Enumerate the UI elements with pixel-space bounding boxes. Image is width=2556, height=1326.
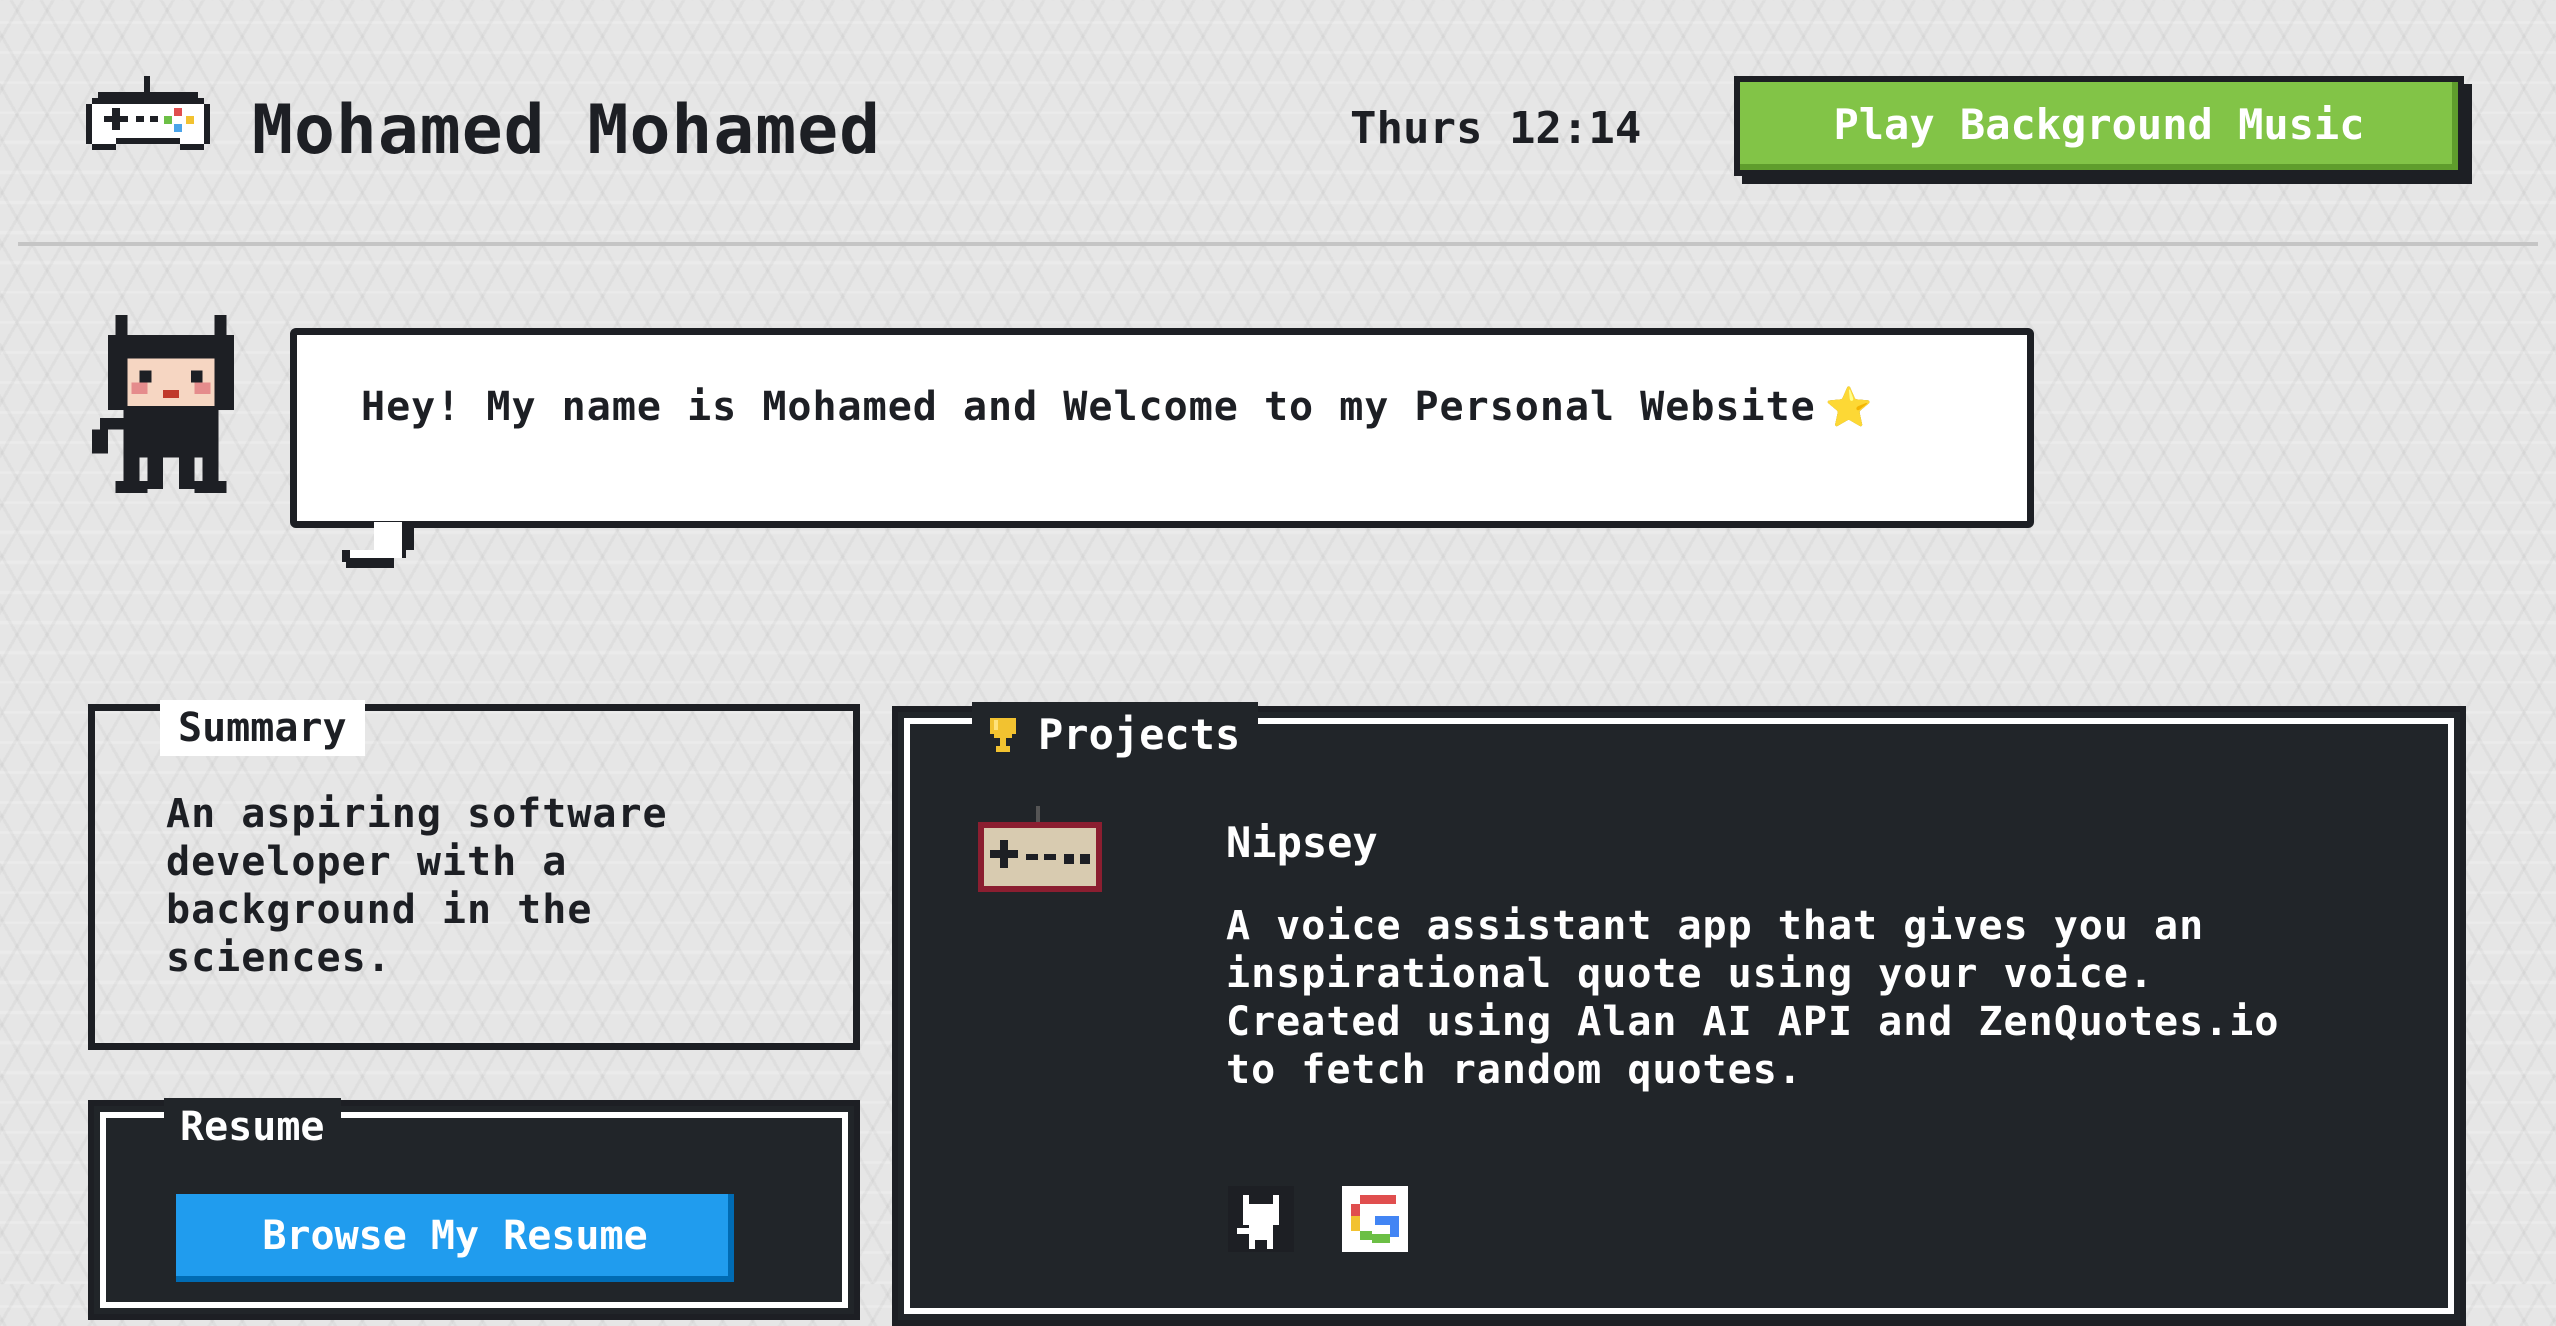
- star-icon: ⭐: [1824, 384, 1873, 430]
- trophy-icon: [990, 718, 1016, 752]
- clock: Thurs 12:14: [1350, 103, 1642, 154]
- greeting-bubble: Hey! My name is Mohamed and Welcome to m…: [290, 328, 2034, 528]
- browse-resume-button[interactable]: Browse My Resume: [176, 1194, 734, 1282]
- gamepad-icon: [86, 76, 210, 150]
- header-divider: [18, 242, 2538, 246]
- projects-header: Projects: [972, 702, 1259, 768]
- resume-title: Resume: [164, 1098, 341, 1156]
- summary-title: Summary: [160, 700, 365, 756]
- project-name: Nipsey: [1226, 818, 1378, 867]
- octocat-mascot-icon: [92, 315, 235, 493]
- project-description: A voice assistant app that gives you an …: [1226, 903, 2280, 1093]
- github-icon[interactable]: [1228, 1186, 1294, 1252]
- summary-text: An aspiring software developer with a ba…: [166, 791, 668, 981]
- greeting-text: Hey! My name is Mohamed and Welcome to m…: [361, 384, 1816, 430]
- google-icon[interactable]: [1342, 1186, 1408, 1252]
- nes-controller-icon: [978, 806, 1102, 892]
- play-music-button[interactable]: Play Background Music: [1734, 76, 2464, 176]
- site-title: Mohamed Mohamed: [252, 91, 882, 170]
- bubble-tail: [342, 522, 414, 568]
- projects-title: Projects: [1038, 710, 1241, 759]
